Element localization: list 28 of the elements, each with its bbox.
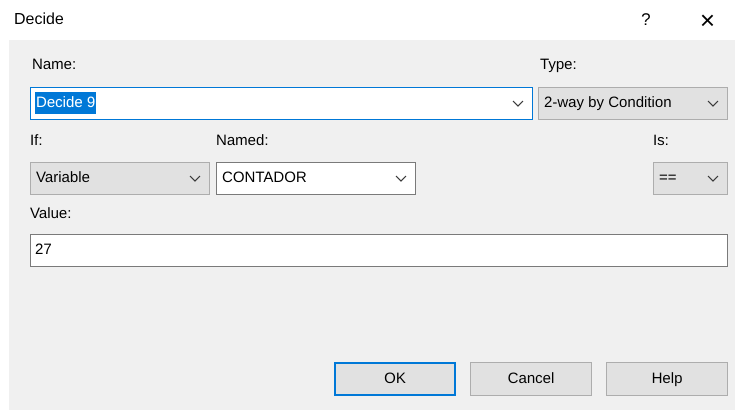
field-label: Name: bbox=[31, 55, 78, 75]
field-label: Type: bbox=[539, 55, 578, 75]
combo-value: 2-way by Condition bbox=[543, 92, 673, 113]
combo-value: CONTADOR bbox=[221, 168, 308, 188]
operator-dropdown[interactable]: == bbox=[653, 162, 728, 195]
if-dropdown[interactable]: Variable bbox=[30, 162, 210, 195]
chevron-down-icon bbox=[512, 100, 524, 106]
combo-value: == bbox=[658, 168, 678, 188]
window-title: Decide bbox=[14, 10, 64, 30]
field-label: Is: bbox=[653, 130, 670, 150]
field-label: Value: bbox=[30, 204, 72, 224]
dialog-button[interactable]: Help bbox=[606, 362, 728, 396]
close-button[interactable]: × bbox=[700, 7, 715, 33]
combo-value: Variable bbox=[35, 168, 91, 188]
named-combobox[interactable]: CONTADOR bbox=[216, 162, 416, 195]
dialog-button[interactable]: OK bbox=[334, 362, 456, 396]
dialog-button[interactable]: Cancel bbox=[470, 362, 592, 396]
chevron-down-icon bbox=[189, 175, 201, 182]
chevron-down-icon bbox=[707, 100, 719, 106]
field-label: If: bbox=[30, 130, 44, 150]
field-label: Named: bbox=[216, 130, 270, 150]
name-combobox[interactable]: Decide 9 bbox=[30, 86, 533, 120]
value-field[interactable]: 27 bbox=[30, 234, 728, 266]
help-button[interactable]: ? bbox=[636, 7, 656, 33]
chevron-down-icon bbox=[395, 175, 407, 182]
type-dropdown[interactable]: 2-way by Condition bbox=[538, 86, 728, 120]
combo-value: Decide 9 bbox=[35, 92, 96, 114]
chevron-down-icon bbox=[707, 175, 719, 182]
